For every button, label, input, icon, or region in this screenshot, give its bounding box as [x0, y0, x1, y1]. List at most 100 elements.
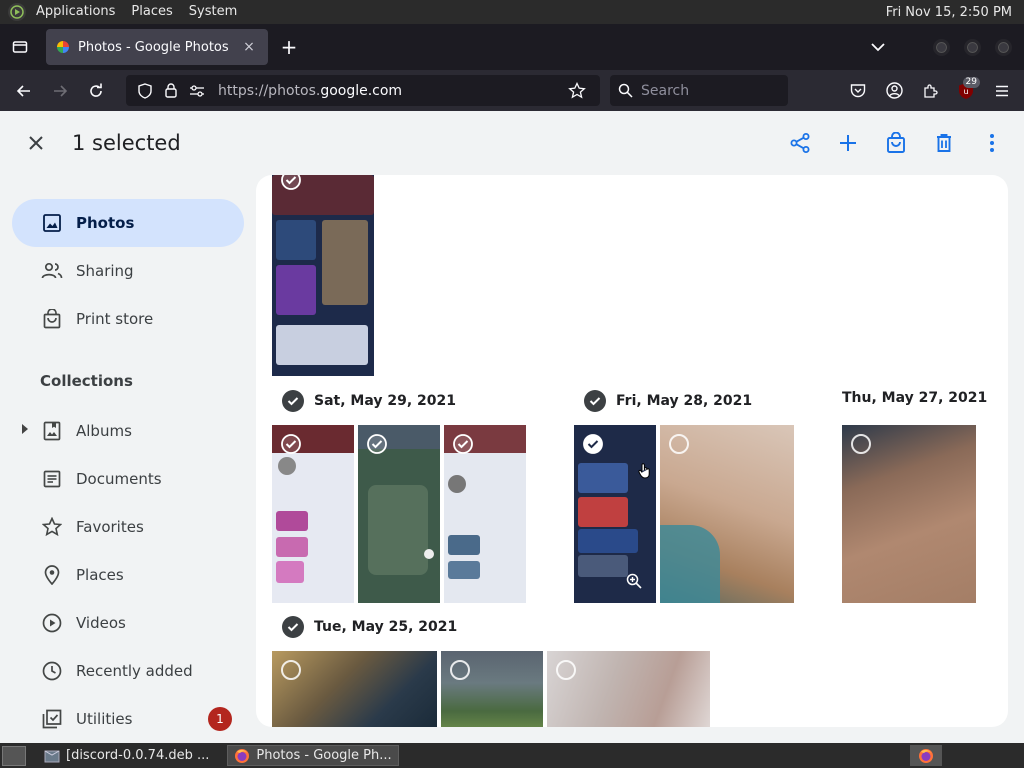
close-window-button[interactable] — [995, 38, 1012, 56]
select-date-checkbox-icon[interactable] — [282, 390, 304, 412]
photo-checkbox-checked[interactable] — [281, 175, 301, 190]
photo-checkbox-checked[interactable] — [367, 434, 387, 454]
clear-selection-button[interactable] — [12, 119, 60, 167]
select-date-checkbox-icon[interactable] — [584, 390, 606, 412]
date-header: Tue, May 25, 2021 — [282, 616, 457, 638]
tab-title: Photos - Google Photos — [78, 39, 229, 55]
photo-checkbox-unchecked[interactable] — [669, 434, 689, 454]
photo-grid: Sat, May 29, 2021 Fri, May 28, 2021 Thu,… — [256, 175, 1008, 727]
google-photos-favicon-icon — [57, 41, 69, 53]
date-header: Thu, May 27, 2021 — [842, 390, 987, 406]
top-panel: Applications Places System Fri Nov 15, 2… — [0, 0, 1024, 24]
sidebar-item-favorites[interactable]: Favorites — [12, 503, 244, 551]
maximize-window-button[interactable] — [964, 38, 981, 56]
photo-thumbnail[interactable] — [272, 651, 437, 727]
places-menu[interactable]: Places — [123, 0, 180, 24]
reload-button[interactable] — [78, 75, 114, 107]
photo-checkbox-checked[interactable] — [281, 434, 301, 454]
url-text[interactable]: https://photos.google.com — [218, 83, 566, 99]
tab-google-photos[interactable]: Photos - Google Photos × — [46, 29, 268, 65]
photo-thumbnail[interactable] — [660, 425, 794, 603]
list-all-tabs-button[interactable] — [863, 42, 893, 52]
lock-icon[interactable] — [160, 80, 182, 102]
firefox-icon — [235, 748, 250, 763]
photo-thumbnail[interactable] — [842, 425, 976, 603]
search-bar[interactable]: Search — [610, 75, 788, 106]
svg-text:u: u — [963, 87, 968, 96]
photo-thumbnail[interactable] — [547, 651, 710, 727]
photo-checkbox-unchecked[interactable] — [281, 660, 301, 680]
sidebar-item-sharing[interactable]: Sharing — [12, 247, 244, 295]
photo-checkbox-unchecked[interactable] — [450, 660, 470, 680]
forward-button[interactable] — [42, 75, 78, 107]
permissions-icon[interactable] — [186, 80, 208, 102]
app-menu-button[interactable] — [986, 75, 1018, 107]
sidebar-item-label: Videos — [76, 614, 126, 632]
photo-thumbnail[interactable] — [358, 425, 440, 603]
extensions-button[interactable] — [914, 75, 946, 107]
photo-thumbnail[interactable] — [441, 651, 543, 727]
puzzle-icon — [924, 83, 938, 98]
sidebar-item-utilities[interactable]: Utilities 1 — [12, 695, 244, 743]
os-logo-icon[interactable] — [8, 3, 26, 21]
more-options-button[interactable] — [972, 123, 1012, 163]
add-icon — [840, 135, 856, 151]
firefox-view-button[interactable] — [0, 24, 40, 70]
applications-menu[interactable]: Applications — [28, 0, 123, 24]
print-store-icon — [40, 307, 64, 331]
photo-checkbox-unchecked[interactable] — [851, 434, 871, 454]
selection-toolbar: 1 selected — [0, 111, 1024, 175]
tray-firefox-icon[interactable] — [910, 745, 942, 766]
chevron-down-icon — [871, 43, 885, 52]
taskbar-item-discord-installer[interactable]: [discord-0.0.74.deb ... — [38, 745, 215, 766]
photo-thumbnail[interactable] — [574, 425, 656, 603]
ublock-extension-button[interactable]: u 29 — [950, 75, 982, 107]
sidebar-item-photos[interactable]: Photos — [12, 199, 244, 247]
new-tab-button[interactable]: + — [272, 30, 306, 64]
sidebar-item-print-store[interactable]: Print store — [12, 295, 244, 343]
date-label: Sat, May 29, 2021 — [314, 393, 457, 409]
sidebar: Photos Sharing Print store Collections A… — [0, 175, 256, 743]
add-to-button[interactable] — [828, 123, 868, 163]
delete-icon — [937, 134, 951, 152]
photo-thumbnail[interactable] — [444, 425, 526, 603]
sharing-icon — [40, 259, 64, 283]
sidebar-item-recently-added[interactable]: Recently added — [12, 647, 244, 695]
show-desktop-button[interactable] — [2, 745, 26, 766]
tracking-protection-icon[interactable] — [134, 80, 156, 102]
minimize-window-button[interactable] — [933, 38, 950, 56]
delete-button[interactable] — [924, 123, 964, 163]
clock[interactable]: Fri Nov 15, 2:50 PM — [886, 5, 1024, 20]
selection-count: 1 selected — [72, 131, 181, 155]
order-prints-button[interactable] — [876, 123, 916, 163]
url-bar[interactable]: https://photos.google.com — [126, 75, 600, 106]
google-photos-page: 1 selected Photos Sharing Print store Co… — [0, 111, 1024, 743]
bookmark-star-icon[interactable] — [566, 80, 588, 102]
arrow-right-icon — [54, 84, 68, 97]
account-button[interactable] — [878, 75, 910, 107]
photo-thumbnail[interactable] — [272, 425, 354, 603]
firefox-view-icon — [12, 41, 28, 53]
pocket-button[interactable] — [842, 75, 874, 107]
sidebar-item-label: Sharing — [76, 262, 134, 280]
back-button[interactable] — [6, 75, 42, 107]
tab-close-icon[interactable]: × — [240, 38, 258, 56]
share-button[interactable] — [780, 123, 820, 163]
system-menu[interactable]: System — [181, 0, 245, 24]
close-icon — [29, 136, 43, 150]
photo-checkbox-checked[interactable] — [453, 434, 473, 454]
url-domain: google.com — [320, 82, 403, 99]
taskbar-item-firefox[interactable]: Photos - Google Ph... — [227, 745, 399, 766]
select-date-checkbox-icon[interactable] — [282, 616, 304, 638]
zoom-in-icon[interactable] — [626, 573, 642, 593]
sidebar-item-places[interactable]: Places — [12, 551, 244, 599]
hamburger-menu-icon — [996, 85, 1008, 96]
sidebar-item-documents[interactable]: Documents — [12, 455, 244, 503]
photo-checkbox-unchecked[interactable] — [556, 660, 576, 680]
expand-arrow-icon[interactable] — [22, 424, 28, 434]
sidebar-item-albums[interactable]: Albums — [12, 407, 244, 455]
photo-checkbox-checked[interactable] — [583, 434, 603, 454]
sidebar-item-videos[interactable]: Videos — [12, 599, 244, 647]
taskbar-item-label: [discord-0.0.74.deb ... — [66, 748, 210, 763]
photo-thumbnail[interactable] — [272, 175, 374, 376]
